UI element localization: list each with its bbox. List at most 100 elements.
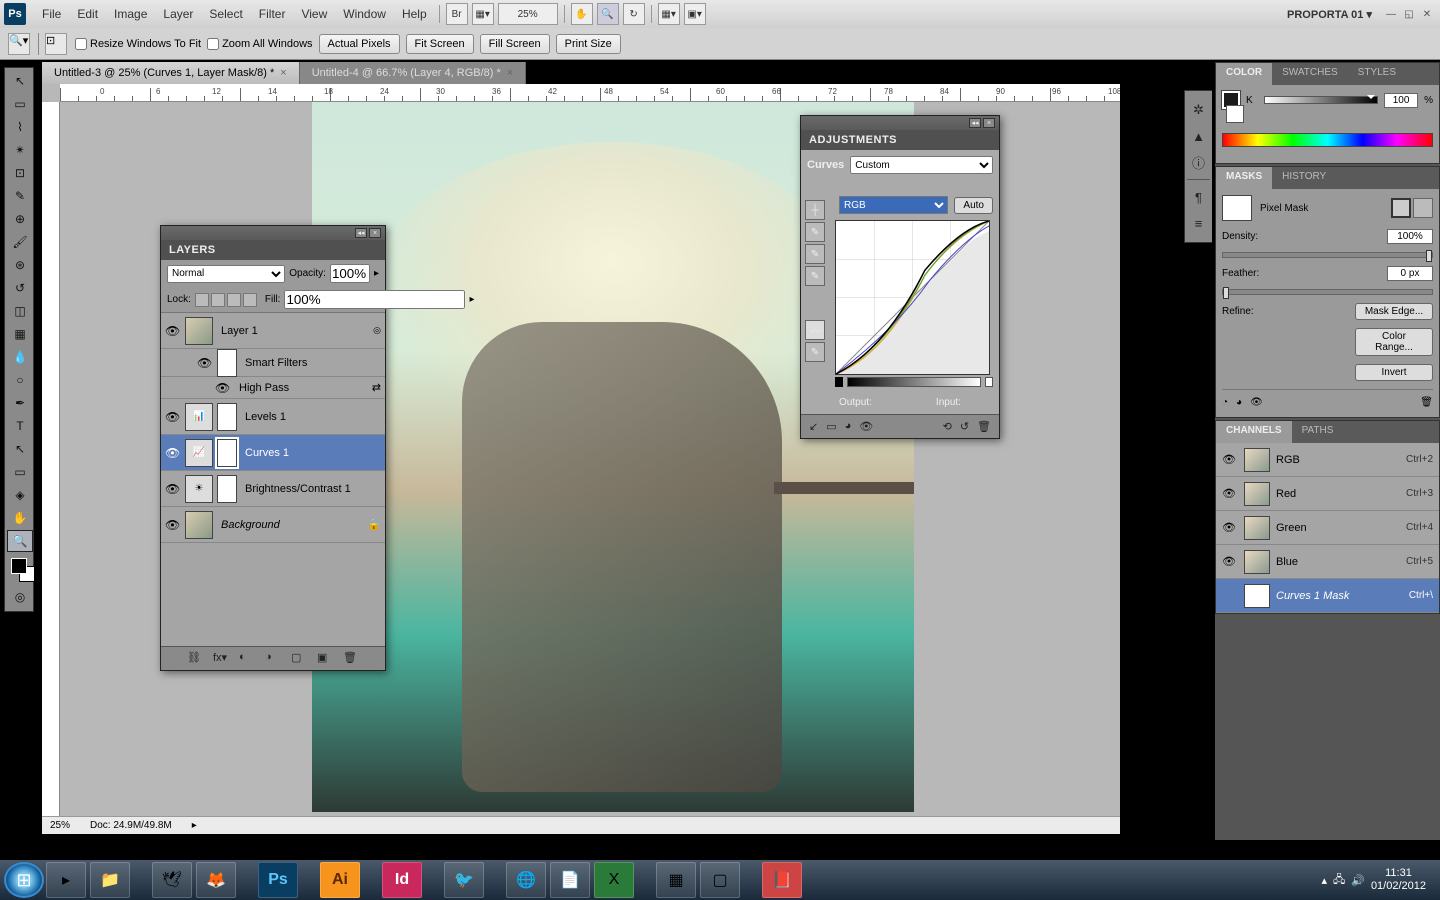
marquee-tool-icon[interactable]: ▭	[7, 93, 33, 115]
tab-paths[interactable]: PATHS	[1292, 421, 1344, 443]
restore-icon[interactable]: ◱	[1401, 7, 1417, 21]
tray-network-icon[interactable]: 🖧	[1333, 871, 1345, 890]
gradient-tool-icon[interactable]: ▦	[7, 323, 33, 345]
taskbar-notepad-icon[interactable]: 📄	[550, 862, 590, 898]
visibility-icon[interactable]: 👁	[165, 446, 181, 460]
menu-image[interactable]: Image	[106, 7, 155, 21]
sample-white-icon[interactable]: ✎	[805, 266, 825, 286]
layer-name[interactable]: Levels 1	[241, 411, 381, 423]
taskbar-thunderbird-icon[interactable]: 🕊	[152, 862, 192, 898]
opacity-input[interactable]	[330, 264, 370, 283]
rotate-view-icon[interactable]: ↻	[623, 3, 645, 25]
taskbar-media-player-icon[interactable]: ▸	[46, 862, 86, 898]
taskbar-photoshop-icon[interactable]: Ps	[258, 862, 298, 898]
menu-select[interactable]: Select	[201, 7, 250, 21]
adjustment-thumb[interactable]: 📊	[185, 403, 213, 431]
filter-mask-thumb[interactable]	[217, 349, 237, 377]
mask-icon[interactable]: ◐	[239, 651, 255, 667]
system-tray[interactable]: ▴ 🖧 🔊 11:31 01/02/2012	[1311, 867, 1436, 893]
layer-mask-thumb[interactable]	[217, 403, 237, 431]
info-icon[interactable]: ⓘ	[1188, 151, 1210, 173]
collapse-icon[interactable]: ◂◂	[355, 228, 367, 238]
view-extras-icon[interactable]: ▦▾	[472, 3, 494, 25]
adjustment-thumb[interactable]: ☀	[185, 475, 213, 503]
status-doc-size[interactable]: Doc: 24.9M/49.8M	[90, 820, 172, 831]
visibility-icon[interactable]: 👁	[859, 420, 873, 433]
panel-header[interactable]: ◂◂ ×	[161, 226, 385, 240]
target-adjust-icon[interactable]: ┼	[805, 200, 825, 220]
adjustment-icon[interactable]: ◑	[265, 651, 281, 667]
menu-help[interactable]: Help	[394, 7, 435, 21]
vertical-ruler[interactable]	[42, 102, 60, 816]
close-icon[interactable]: ×	[280, 67, 286, 79]
curve-mode-icon[interactable]: 〰	[805, 320, 825, 340]
tray-flag-icon[interactable]: ▴	[1321, 874, 1327, 887]
type-tool-icon[interactable]: T	[7, 415, 33, 437]
menu-file[interactable]: File	[34, 7, 69, 21]
fill-screen-button[interactable]: Fill Screen	[480, 34, 550, 54]
eyedropper-tool-icon[interactable]: ✎	[7, 185, 33, 207]
paragraph-icon[interactable]: ≡	[1188, 212, 1210, 234]
hand-icon[interactable]: ✋	[571, 3, 593, 25]
move-tool-icon[interactable]: ↖	[7, 70, 33, 92]
channel-row[interactable]: Curves 1 Mask Ctrl+\	[1216, 579, 1439, 613]
pixel-mask-icon[interactable]	[1391, 198, 1411, 218]
sample-black-icon[interactable]: ✎	[805, 222, 825, 242]
panel-header[interactable]: ◂◂ ×	[801, 116, 999, 130]
close-icon[interactable]: ×	[369, 228, 381, 238]
layer-row[interactable]: 👁 High Pass ⇄	[161, 377, 385, 399]
vector-mask-icon[interactable]	[1413, 198, 1433, 218]
3d-tool-icon[interactable]: ◈	[7, 484, 33, 506]
character-icon[interactable]: ¶	[1188, 186, 1210, 208]
layer-thumb[interactable]	[185, 511, 213, 539]
layer-mask-thumb[interactable]	[217, 475, 237, 503]
lock-position-icon[interactable]	[227, 293, 241, 307]
close-icon[interactable]: ×	[507, 67, 513, 79]
channel-row[interactable]: 👁 Blue Ctrl+5	[1216, 545, 1439, 579]
shape-tool-icon[interactable]: ▭	[7, 461, 33, 483]
trash-icon[interactable]: 🗑	[977, 420, 991, 433]
taskbar-pdf-icon[interactable]: 📕	[762, 862, 802, 898]
close-icon[interactable]: ✕	[1419, 7, 1435, 21]
filter-name[interactable]: High Pass	[235, 382, 368, 394]
enable-mask-icon[interactable]: 👁	[1250, 397, 1263, 408]
channel-row[interactable]: 👁 RGB Ctrl+2	[1216, 443, 1439, 477]
eraser-tool-icon[interactable]: ◫	[7, 300, 33, 322]
taskbar-clock[interactable]: 11:31 01/02/2012	[1371, 867, 1426, 893]
layer-row[interactable]: 👁 ☀ Brightness/Contrast 1	[161, 471, 385, 507]
quick-select-tool-icon[interactable]: ✴	[7, 139, 33, 161]
tab-untitled-3[interactable]: Untitled-3 @ 25% (Curves 1, Layer Mask/8…	[42, 62, 300, 84]
taskbar-indesign-icon[interactable]: Id	[382, 862, 422, 898]
menu-window[interactable]: Window	[335, 7, 394, 21]
tray-volume-icon[interactable]: 🔊	[1351, 874, 1365, 887]
tab-channels[interactable]: CHANNELS	[1216, 421, 1292, 443]
healing-tool-icon[interactable]: ⊕	[7, 208, 33, 230]
adjustment-thumb[interactable]: 📈	[185, 439, 213, 467]
horizontal-ruler[interactable]: 0612141824303642485460667278849096108	[60, 84, 1120, 102]
layer-name[interactable]: Curves 1	[241, 447, 381, 459]
collapse-icon[interactable]: ◂◂	[969, 118, 981, 128]
layer-thumb[interactable]	[185, 317, 213, 345]
trash-icon[interactable]: 🗑	[1420, 397, 1433, 408]
blur-tool-icon[interactable]: 💧	[7, 346, 33, 368]
taskbar-excel-icon[interactable]: X	[594, 862, 634, 898]
visibility-icon[interactable]: 👁	[165, 324, 181, 338]
fit-screen-button[interactable]: Fit Screen	[406, 34, 474, 54]
layer-row[interactable]: 👁 Background 🔒	[161, 507, 385, 543]
brush-tool-icon[interactable]: 🖌	[7, 231, 33, 253]
curves-graph[interactable]	[835, 220, 990, 375]
trash-icon[interactable]: 🗑	[343, 651, 359, 667]
dodge-tool-icon[interactable]: ○	[7, 369, 33, 391]
workspace-switcher[interactable]: PROPORTA 01 ▾	[1277, 8, 1382, 21]
taskbar-pidgin-icon[interactable]: 🐦	[444, 862, 484, 898]
color-range-button[interactable]: Color Range...	[1355, 328, 1433, 356]
channel-row[interactable]: 👁 Green Ctrl+4	[1216, 511, 1439, 545]
layer-name[interactable]: Brightness/Contrast 1	[241, 483, 381, 495]
pencil-mode-icon[interactable]: ✎	[805, 342, 825, 362]
channel-row[interactable]: 👁 Red Ctrl+3	[1216, 477, 1439, 511]
color-swatches[interactable]	[7, 556, 31, 586]
density-input[interactable]: 100%	[1387, 229, 1433, 244]
start-button[interactable]: ⊞	[4, 862, 44, 898]
filter-blend-icon[interactable]: ⇄	[372, 381, 381, 394]
taskbar-illustrator-icon[interactable]: Ai	[320, 862, 360, 898]
